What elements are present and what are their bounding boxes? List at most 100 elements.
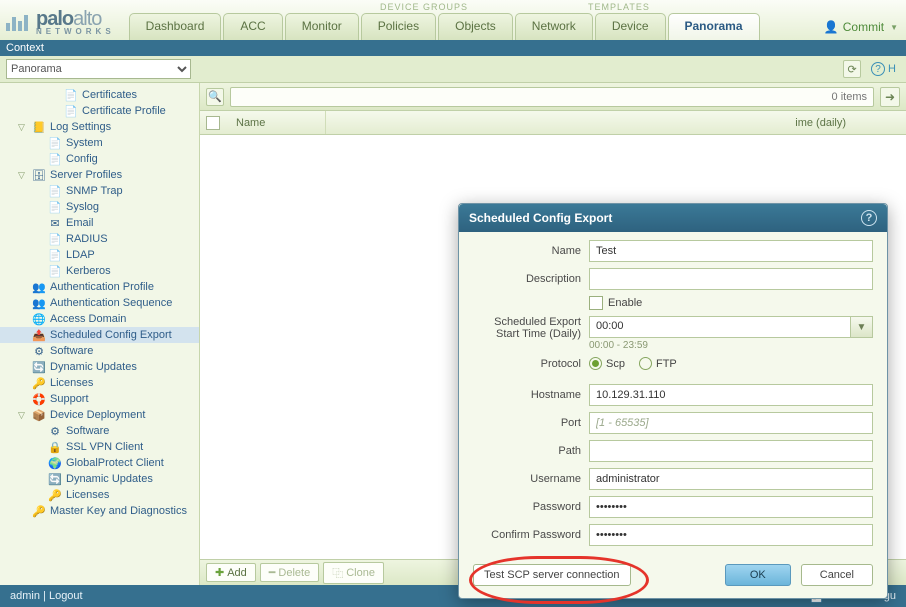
nav-radius[interactable]: 📄RADIUS: [0, 231, 199, 247]
label-password: Password: [473, 501, 589, 513]
nav-ssl-vpn-client[interactable]: 🔒SSL VPN Client: [0, 439, 199, 455]
tree-item-label: Authentication Sequence: [50, 297, 172, 309]
protocol-ftp-radio[interactable]: [639, 357, 652, 370]
select-all-checkbox[interactable]: [206, 116, 220, 130]
delete-button[interactable]: ━Delete: [260, 563, 319, 582]
nav-scheduled-config-export[interactable]: 📤 Scheduled Config Export: [0, 327, 199, 343]
label-ftp: FTP: [656, 358, 677, 370]
tree-item-icon: 🔑: [48, 489, 62, 501]
nav-kerberos[interactable]: 📄Kerberos: [0, 263, 199, 279]
nav-authentication-profile[interactable]: 👥Authentication Profile: [0, 279, 199, 295]
nav-globalprotect-client[interactable]: 🌍GlobalProtect Client: [0, 455, 199, 471]
go-button[interactable]: ➜: [880, 87, 900, 107]
tree-item-icon: 📤: [32, 329, 46, 341]
context-row: Panorama ⟳ ?H: [0, 56, 906, 83]
nav-authentication-sequence[interactable]: 👥 Authentication Sequence: [0, 295, 199, 311]
commit-icon: 👤: [824, 20, 839, 34]
tree-item-label: SNMP Trap: [66, 185, 123, 197]
tree-item-icon: 📄: [48, 249, 62, 261]
col-name[interactable]: Name: [228, 111, 326, 134]
tree-item-icon: 📄: [48, 153, 62, 165]
label-username: Username: [473, 473, 589, 485]
label-description: Description: [473, 273, 589, 285]
nav-server-profiles[interactable]: ▽🗄Server Profiles: [0, 167, 199, 183]
enable-checkbox[interactable]: [589, 296, 603, 310]
main-refresh-button[interactable]: ⟳: [843, 60, 861, 78]
grid-header: Name ime (daily): [200, 111, 906, 135]
tree-item-icon: 📒: [32, 121, 46, 133]
tab-panorama[interactable]: Panorama: [668, 13, 760, 40]
tab-device[interactable]: Device: [595, 13, 666, 40]
nav-config[interactable]: 📄Config: [0, 151, 199, 167]
tree-item-label: Dynamic Updates: [50, 361, 137, 373]
schedule-hint: 00:00 - 23:59: [589, 340, 873, 351]
schedule-dropdown-button[interactable]: ▼: [851, 316, 873, 338]
context-title: Context: [0, 40, 906, 56]
label-confirm: Confirm Password: [473, 529, 589, 541]
nav-log-settings[interactable]: ▽📒Log Settings: [0, 119, 199, 135]
tab-monitor[interactable]: Monitor: [285, 13, 359, 40]
test-scp-button[interactable]: Test SCP server connection: [473, 564, 631, 586]
logo: paloalto NETWORKS: [0, 8, 123, 40]
nav-device-deployment[interactable]: ▽📦Device Deployment: [0, 407, 199, 423]
name-field[interactable]: [589, 240, 873, 262]
description-field[interactable]: [589, 268, 873, 290]
tab-dashboard[interactable]: Dashboard: [129, 13, 222, 40]
tab-acc[interactable]: ACC: [223, 13, 282, 40]
tree-item-icon: 🌐: [32, 313, 46, 325]
nav-software[interactable]: ⚙Software: [0, 343, 199, 359]
label-hostname: Hostname: [473, 389, 589, 401]
search-input[interactable]: [230, 87, 874, 107]
path-field[interactable]: [589, 440, 873, 462]
cancel-button[interactable]: Cancel: [801, 564, 873, 586]
nav-dynamic-updates[interactable]: 🔄Dynamic Updates: [0, 471, 199, 487]
dialog-help-icon[interactable]: ?: [861, 210, 877, 226]
nav-access-domain[interactable]: 🌐Access Domain: [0, 311, 199, 327]
nav-syslog[interactable]: 📄Syslog: [0, 199, 199, 215]
col-time[interactable]: ime (daily): [326, 111, 906, 134]
commit-button[interactable]: 👤 Commit ▼: [824, 20, 898, 34]
nav-ldap[interactable]: 📄LDAP: [0, 247, 199, 263]
dialog-titlebar[interactable]: Scheduled Config Export ?: [459, 204, 887, 232]
help-button[interactable]: ?H: [867, 62, 900, 76]
nav-support[interactable]: 🛟Support: [0, 391, 199, 407]
tree-item-label: Scheduled Config Export: [50, 329, 172, 341]
context-select[interactable]: Panorama: [6, 59, 191, 79]
tree-item-icon: 📄: [48, 201, 62, 213]
nav-certificate-profile[interactable]: 📄Certificate Profile: [0, 103, 199, 119]
tree-item-icon: ⚙: [48, 425, 62, 437]
add-button[interactable]: ✚Add: [206, 563, 256, 582]
tree-item-icon: 📄: [48, 185, 62, 197]
nav-software[interactable]: ⚙Software: [0, 423, 199, 439]
label-schedule: Scheduled Export Start Time (Daily): [473, 316, 589, 340]
tree-item-label: Support: [50, 393, 89, 405]
nav-licenses[interactable]: 🔑Licenses: [0, 487, 199, 503]
tab-network[interactable]: Network: [515, 13, 593, 40]
port-field[interactable]: [589, 412, 873, 434]
tree-item-label: GlobalProtect Client: [66, 457, 164, 469]
logout-link[interactable]: Logout: [49, 590, 83, 602]
confirm-password-field[interactable]: [589, 524, 873, 546]
dialog-title: Scheduled Config Export: [469, 211, 612, 225]
clone-button[interactable]: ⿻Clone: [323, 562, 384, 584]
nav-snmp-trap[interactable]: 📄 SNMP Trap: [0, 183, 199, 199]
search-icon[interactable]: 🔍: [206, 88, 224, 106]
tab-objects[interactable]: Objects: [438, 13, 513, 40]
nav-dynamic-updates[interactable]: 🔄Dynamic Updates: [0, 359, 199, 375]
hostname-field[interactable]: [589, 384, 873, 406]
nav-email[interactable]: ✉Email: [0, 215, 199, 231]
tab-policies[interactable]: Policies: [361, 13, 436, 40]
nav-system[interactable]: 📄System: [0, 135, 199, 151]
nav-certificates[interactable]: 📄Certificates: [0, 87, 199, 103]
protocol-scp-radio[interactable]: [589, 357, 602, 370]
nav-licenses[interactable]: 🔑Licenses: [0, 375, 199, 391]
ok-button[interactable]: OK: [725, 564, 791, 586]
password-field[interactable]: [589, 496, 873, 518]
username-field[interactable]: [589, 468, 873, 490]
nav-master-key-and-diagnostics[interactable]: 🔑Master Key and Diagnostics: [0, 503, 199, 519]
status-user: admin: [10, 590, 40, 602]
tree-item-icon: 🔄: [48, 473, 62, 485]
tree-item-icon: 👥: [32, 297, 46, 309]
tree-item-icon: 🔒: [48, 441, 62, 453]
schedule-field[interactable]: 00:00: [589, 316, 851, 338]
